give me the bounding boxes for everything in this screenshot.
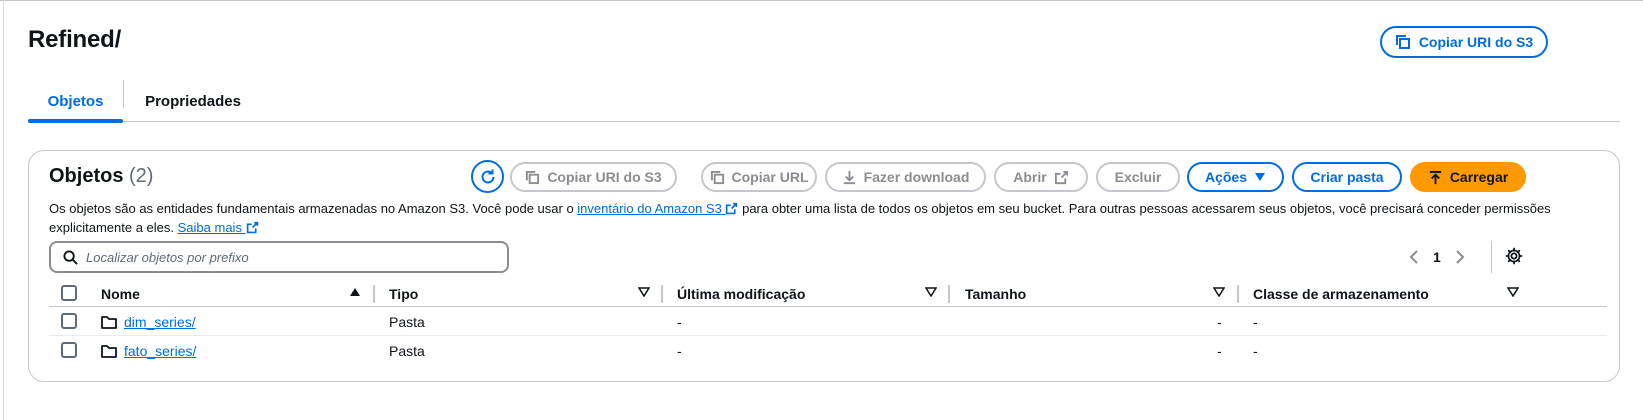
search-input[interactable] [86, 249, 486, 265]
column-header-type[interactable]: Tipo [389, 285, 418, 303]
upload-icon [1429, 170, 1441, 184]
caret-down-icon [1255, 173, 1266, 181]
column-divider[interactable] [661, 285, 663, 303]
copy-s3-uri-header-label: Copiar URI do S3 [1418, 34, 1534, 50]
table-settings-button[interactable] [1505, 247, 1523, 270]
tab-properties[interactable]: Propriedades [128, 80, 258, 122]
s3-inventory-link[interactable]: inventário do Amazon S3 [577, 201, 738, 216]
table-header: Nome Tipo Última modificação Tamanho Cla… [49, 281, 1607, 307]
size-cell: - [1217, 343, 1222, 359]
objects-count: (2) [129, 165, 154, 187]
copy-icon [1395, 35, 1410, 49]
refresh-icon [481, 169, 494, 183]
download-button[interactable]: Fazer download [825, 162, 986, 192]
type-cell: Pasta [389, 314, 425, 330]
pagination-divider [1491, 241, 1492, 273]
external-link-icon [726, 202, 738, 215]
refresh-button[interactable] [471, 160, 504, 193]
object-name-link[interactable]: fato_series/ [124, 343, 196, 359]
table-row: dim_series/ Pasta - - - [49, 307, 1607, 336]
folder-icon [101, 345, 117, 358]
create-folder-label: Criar pasta [1310, 169, 1384, 185]
storage-class-cell: - [1253, 314, 1258, 330]
modified-cell: - [677, 314, 682, 330]
name-cell: fato_series/ [101, 342, 196, 360]
copy-icon [710, 170, 724, 184]
sort-icon[interactable] [1507, 287, 1519, 297]
learn-more-link[interactable]: Saiba mais [178, 220, 259, 235]
tab-objects[interactable]: Objetos [28, 80, 123, 123]
storage-class-cell: - [1253, 343, 1258, 359]
gear-icon [1505, 247, 1523, 265]
objects-title-text: Objetos [49, 165, 124, 187]
tab-divider [123, 80, 124, 108]
copy-s3-uri-header-button[interactable]: Copiar URI do S3 [1380, 26, 1548, 58]
row-checkbox[interactable] [61, 313, 77, 329]
objects-description: Os objetos são as entidades fundamentais… [49, 199, 1599, 237]
copy-url-button[interactable]: Copiar URL [701, 162, 817, 192]
objects-panel: Objetos (2) Copiar URI do S3 Copiar URL … [28, 150, 1620, 382]
column-header-size[interactable]: Tamanho [965, 285, 1026, 303]
actions-dropdown-button[interactable]: Ações [1187, 162, 1284, 192]
column-divider[interactable] [373, 285, 375, 303]
sort-ascending-icon[interactable] [349, 287, 361, 297]
copy-s3-uri-button[interactable]: Copiar URI do S3 [510, 162, 677, 192]
copy-s3-uri-label: Copiar URI do S3 [547, 169, 662, 185]
tab-bar: Objetos Propriedades [28, 80, 1620, 123]
delete-label: Excluir [1114, 169, 1162, 185]
create-folder-button[interactable]: Criar pasta [1292, 162, 1402, 192]
name-cell: dim_series/ [101, 313, 196, 331]
select-all-checkbox[interactable] [61, 285, 77, 301]
column-divider[interactable] [1237, 285, 1239, 303]
external-link-icon [246, 221, 258, 234]
upload-button[interactable]: Carregar [1410, 162, 1526, 192]
copy-icon [526, 170, 540, 184]
object-name-link[interactable]: dim_series/ [124, 314, 196, 330]
description-text-1: Os objetos são as entidades fundamentais… [49, 201, 574, 216]
size-cell: - [1217, 314, 1222, 330]
delete-button[interactable]: Excluir [1096, 162, 1180, 192]
sort-icon[interactable] [1213, 287, 1225, 297]
column-header-name[interactable]: Nome [101, 285, 140, 303]
chevron-right-icon[interactable] [1455, 250, 1465, 264]
actions-label: Ações [1204, 169, 1248, 185]
column-header-storage-class[interactable]: Classe de armazenamento [1253, 285, 1429, 303]
folder-icon [101, 316, 117, 329]
objects-panel-title: Objetos (2) [49, 165, 153, 188]
page-title: Refined/ [28, 26, 122, 53]
learn-more-link-text: Saiba mais [177, 220, 242, 235]
modified-cell: - [677, 343, 682, 359]
window-left-border [3, 0, 4, 420]
table-row: fato_series/ Pasta - - - [49, 336, 1607, 365]
current-page-number[interactable]: 1 [1433, 249, 1441, 265]
sort-icon[interactable] [925, 287, 937, 297]
open-button[interactable]: Abrir [994, 162, 1088, 192]
external-link-icon [1054, 170, 1068, 184]
row-checkbox[interactable] [61, 342, 77, 358]
download-label: Fazer download [863, 169, 970, 185]
copy-url-label: Copiar URL [731, 169, 809, 185]
column-divider[interactable] [948, 285, 950, 303]
s3-inventory-link-text: inventário do Amazon S3 [577, 201, 722, 216]
download-icon [843, 170, 855, 184]
open-label: Abrir [1013, 169, 1047, 185]
search-icon [63, 249, 78, 265]
search-box [49, 241, 509, 273]
window-top-border [0, 0, 1643, 1]
objects-table: Nome Tipo Última modificação Tamanho Cla… [49, 281, 1607, 365]
pagination: 1 [1409, 245, 1465, 269]
upload-label: Carregar [1449, 169, 1509, 185]
chevron-left-icon[interactable] [1409, 250, 1419, 264]
type-cell: Pasta [389, 343, 425, 359]
sort-icon[interactable] [638, 287, 650, 297]
column-header-last-modified[interactable]: Última modificação [677, 285, 805, 303]
